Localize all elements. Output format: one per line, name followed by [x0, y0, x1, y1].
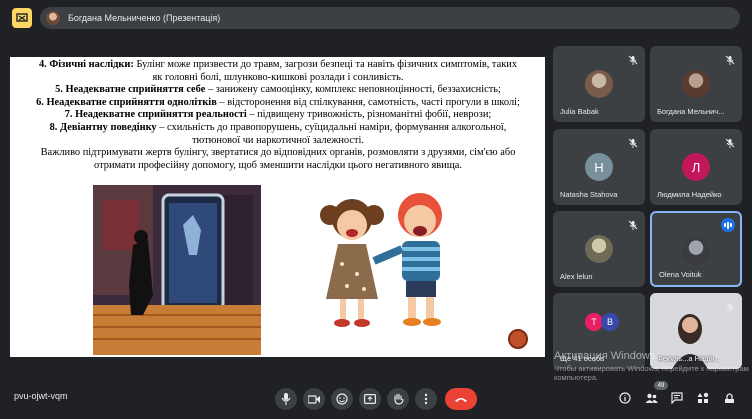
raise-hand-button[interactable]	[387, 388, 409, 410]
info-icon	[619, 392, 631, 404]
participant-name: Olena Voituk	[659, 270, 702, 279]
slide-text-line: 6. Неадекватне сприйняття однолітків – в…	[18, 97, 538, 110]
slide-text-rest: – схильність до правопорушень, суїцидаль…	[156, 121, 507, 133]
participants-button[interactable]	[644, 391, 658, 405]
slide-text-rest: – відсторонення від спілкування, самотні…	[216, 96, 520, 108]
slide-text-line: отримати професійну допомогу, щоб зменши…	[18, 160, 538, 173]
participant-tile[interactable]: Л Людмила Надейко	[650, 129, 742, 205]
participant-tile[interactable]: Богдана Мельнич...	[650, 46, 742, 122]
participant-avatar: Л	[682, 153, 710, 181]
participant-name: Natasha Stahova	[560, 190, 618, 199]
watermark-title: Активация Windows	[554, 350, 656, 362]
slide-text-line: тютюнової чи наркотичної залежності.	[18, 135, 538, 148]
slide-illustration-phone	[93, 185, 261, 355]
slide-text-bold: 4. Фізичні наслідки:	[38, 59, 134, 70]
leave-call-button[interactable]	[445, 388, 477, 410]
participant-name: Людмила Надейко	[657, 190, 722, 199]
slide-text: 4. Фізичні наслідки: Булінг може призвес…	[18, 59, 538, 172]
mic-off-icon	[628, 135, 638, 148]
slide-illustration-kids	[302, 189, 467, 335]
meeting-code: pvu-ojwt-vqm	[14, 391, 68, 401]
slide-text-bold: 6. Неадекватне сприйняття однолітків	[36, 96, 217, 108]
presentation-icon	[12, 8, 32, 28]
mic-off-icon	[628, 52, 638, 65]
participant-avatar	[682, 70, 710, 98]
windows-activation-watermark: Активация Windows Чтобы активировать Win…	[554, 350, 752, 382]
participant-count-badge: 49	[654, 381, 668, 390]
participant-tile[interactable]: Н Natasha Stahova	[553, 129, 645, 205]
mic-off-icon	[725, 135, 735, 148]
participant-avatar	[585, 235, 613, 263]
slide-logo-badge	[508, 329, 528, 349]
slide-text-line: Важливо підтримувати жертв булінгу, звер…	[18, 147, 538, 160]
presenter-name: Богдана Мельниченко (Презентація)	[68, 13, 221, 23]
host-controls-button[interactable]	[722, 391, 736, 405]
participant-avatar: Н	[585, 153, 613, 181]
people-icon	[645, 393, 657, 403]
watermark-subtitle: Чтобы активировать Windows, перейдите к …	[554, 364, 749, 382]
meeting-details-button[interactable]	[618, 391, 632, 405]
slide-text-line: 4. Фізичні наслідки: Булінг може призвес…	[18, 59, 538, 72]
more-options-button[interactable]	[415, 388, 437, 410]
microphone-icon	[281, 393, 291, 405]
hang-up-icon	[455, 397, 467, 402]
slide-text-rest: отримати професійну допомогу, щоб зменши…	[94, 159, 462, 171]
slide-text-line: 7. Неадекватне сприйняття реальності – п…	[18, 109, 538, 122]
emoji-icon	[336, 393, 348, 405]
other-participant-avatar: В	[601, 313, 619, 331]
camera-button[interactable]	[303, 388, 325, 410]
activities-button[interactable]	[696, 391, 710, 405]
slide-text-line: 5. Неадекватне сприйняття себе – занижен…	[18, 84, 538, 97]
participant-name: Богдана Мельнич...	[657, 107, 725, 116]
chat-icon	[671, 392, 683, 404]
participant-tile[interactable]: Julia Babak	[553, 46, 645, 122]
slide-text-bold: 7. Неадекватне сприйняття реальності	[64, 109, 247, 121]
slide-text-line: 8. Девіантну поведінку – схильність до п…	[18, 122, 538, 135]
participant-name: Alex lelun	[560, 272, 593, 281]
speaking-indicator-icon	[721, 218, 735, 232]
slide-text-rest: тютюнової чи наркотичної залежності.	[191, 134, 365, 146]
mic-off-icon	[628, 217, 638, 230]
shared-slide: 4. Фізичні наслідки: Булінг може призвес…	[10, 57, 545, 357]
presenter-label[interactable]: Богдана Мельниченко (Презентація)	[40, 7, 740, 29]
microphone-button[interactable]	[275, 388, 297, 410]
shapes-icon	[697, 392, 709, 403]
present-screen-button[interactable]	[359, 388, 381, 410]
mic-off-icon	[725, 52, 735, 65]
camera-icon	[308, 394, 320, 404]
slide-text-rest: Важливо підтримувати жертв булінгу, звер…	[40, 147, 516, 159]
more-vert-icon	[424, 393, 428, 405]
participant-avatar	[682, 237, 710, 265]
slide-text-line: як головні болі, шлунково-кишкові розлад…	[18, 72, 538, 85]
slide-text-bold: 5. Неадекватне сприйняття себе	[55, 84, 206, 96]
present-screen-icon	[364, 394, 376, 404]
top-bar: Богдана Мельниченко (Презентація)	[0, 0, 752, 36]
lock-person-icon	[724, 393, 734, 403]
slide-text-rest: – занижену самооцінку, комплекс неповноц…	[205, 84, 501, 96]
participant-name: Julia Babak	[560, 107, 599, 116]
slide-text-rest: Булінг може призвести до травм, загрози …	[133, 59, 518, 70]
participant-tile[interactable]: Alex lelun	[553, 211, 645, 287]
slide-text-rest: як головні болі, шлунково-кишкові розлад…	[152, 71, 404, 83]
chat-button[interactable]	[670, 391, 684, 405]
slide-text-bold: 8. Девіантну поведінку	[49, 121, 157, 133]
slide-text-rest: – підвищену тривожність, різноманітні фо…	[246, 109, 492, 121]
presenter-avatar	[46, 11, 60, 25]
reactions-button[interactable]	[331, 388, 353, 410]
participant-tile[interactable]: Olena Voituk	[650, 211, 742, 287]
participant-avatar	[585, 70, 613, 98]
mic-off-icon	[725, 299, 735, 312]
hand-icon	[393, 393, 404, 405]
